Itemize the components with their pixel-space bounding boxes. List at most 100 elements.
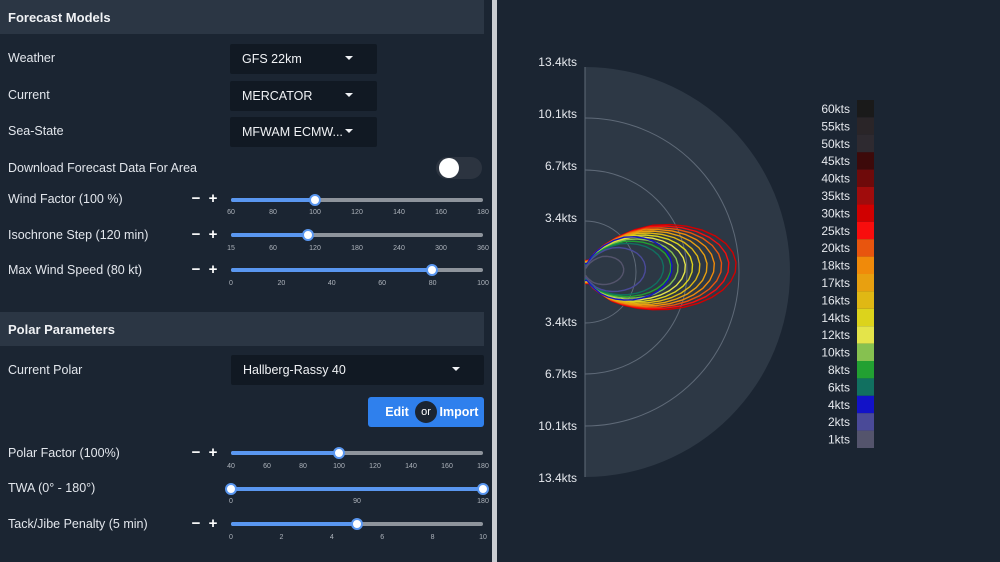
tick-label: 90 <box>353 498 361 505</box>
chevron-down-icon <box>452 367 460 371</box>
tack-penalty-slider[interactable] <box>231 514 483 534</box>
legend-swatch <box>857 117 874 135</box>
seastate-select[interactable]: MFWAM ECMW... <box>230 117 377 147</box>
legend-swatch <box>857 343 874 361</box>
isochrone-step-label: Isochrone Step (120 min) <box>8 228 149 242</box>
legend-swatch <box>857 100 874 118</box>
twa-range-slider[interactable] <box>225 479 489 499</box>
wind-factor-slider[interactable] <box>231 190 483 210</box>
current-label: Current <box>8 88 50 102</box>
wind-factor-minus-button[interactable]: − <box>190 191 202 206</box>
tick-label: 120 <box>369 463 381 470</box>
max-wind-plus-button[interactable]: + <box>207 262 219 277</box>
ring-label: 10.1kts <box>538 419 577 433</box>
legend-swatch <box>857 204 874 222</box>
legend-swatch <box>857 152 874 170</box>
legend-label: 10kts <box>821 346 850 360</box>
chevron-down-icon <box>345 56 353 60</box>
ring-label: 13.4kts <box>538 471 577 485</box>
legend-swatch <box>857 430 874 448</box>
slider-thumb-low[interactable] <box>225 483 237 495</box>
legend-label: 18kts <box>821 259 850 273</box>
polar-parameters-header: Polar Parameters <box>0 312 484 346</box>
tick-label: 60 <box>227 209 235 216</box>
legend-swatch <box>857 395 874 414</box>
tack-penalty-plus-button[interactable]: + <box>207 516 219 531</box>
tick-label: 180 <box>477 209 489 216</box>
seastate-select-value: MFWAM ECMW... <box>242 125 343 139</box>
tack-penalty-minus-button[interactable]: − <box>190 516 202 531</box>
polar-factor-plus-button[interactable]: + <box>207 445 219 460</box>
legend-swatch <box>857 187 874 205</box>
ring-label: 6.7kts <box>545 367 577 381</box>
slider-thumb[interactable] <box>333 447 345 459</box>
tick-label: 100 <box>309 209 321 216</box>
forecast-models-header: Forecast Models <box>0 0 484 34</box>
weather-select[interactable]: GFS 22km <box>230 44 377 74</box>
legend-swatch <box>857 169 874 187</box>
legend-label: 45kts <box>821 154 850 168</box>
tick-label: 120 <box>351 209 363 216</box>
legend-swatch <box>857 134 874 153</box>
polar-factor-slider[interactable] <box>231 443 483 463</box>
slider-fill <box>231 233 308 237</box>
tick-label: 300 <box>435 245 447 252</box>
tick-label: 120 <box>309 245 321 252</box>
current-select[interactable]: MERCATOR <box>230 81 377 111</box>
isochrone-plus-button[interactable]: + <box>207 227 219 242</box>
slider-thumb[interactable] <box>351 518 363 530</box>
legend-label: 16kts <box>821 293 850 307</box>
slider-thumb[interactable] <box>302 229 314 241</box>
legend-swatch <box>857 308 874 327</box>
or-badge: or <box>415 401 437 423</box>
tick-label: 360 <box>477 245 489 252</box>
settings-panel: Forecast Models Weather GFS 22km Current… <box>0 0 492 562</box>
legend-label: 6kts <box>828 380 850 394</box>
tick-label: 15 <box>227 245 235 252</box>
max-wind-ticks: 0 20 40 60 80 100 <box>229 280 489 290</box>
isochrone-minus-button[interactable]: − <box>190 227 202 242</box>
legend-swatch <box>857 256 874 274</box>
legend-label: 30kts <box>821 206 850 220</box>
tick-label: 60 <box>378 280 387 287</box>
legend-label: 17kts <box>821 276 850 290</box>
polar-factor-minus-button[interactable]: − <box>190 445 202 460</box>
tick-label: 140 <box>393 209 405 216</box>
wind-factor-plus-button[interactable]: + <box>207 191 219 206</box>
ring-label: 3.4kts <box>545 211 577 225</box>
legend-label: 2kts <box>828 415 850 429</box>
legend-swatch <box>857 221 874 240</box>
tick-label: 180 <box>477 498 489 505</box>
isochrone-step-slider[interactable] <box>231 225 483 245</box>
polar-factor-ticks: 40 60 80 100 120 140 160 180 <box>227 463 489 473</box>
polar-diagram: 13.4kts 10.1kts 6.7kts 3.4kts 3.4kts 6.7… <box>538 55 874 485</box>
polar-factor-label: Polar Factor (100%) <box>8 446 120 460</box>
legend-label: 35kts <box>821 189 850 203</box>
max-wind-slider[interactable] <box>231 260 483 280</box>
max-wind-label: Max Wind Speed (80 kt) <box>8 263 143 277</box>
slider-fill <box>231 451 339 455</box>
legend-label: 14kts <box>821 311 850 325</box>
slider-thumb-high[interactable] <box>477 483 489 495</box>
weather-select-value: GFS 22km <box>242 52 302 66</box>
seastate-label: Sea-State <box>8 124 64 138</box>
tick-label: 10 <box>479 534 487 541</box>
tick-label: 6 <box>380 534 385 541</box>
tick-label: 180 <box>477 463 489 470</box>
current-polar-select[interactable]: Hallberg-Rassy 40 <box>231 355 484 385</box>
legend-label: 60kts <box>821 102 850 116</box>
edit-import-button-group: Edit Import or <box>368 397 484 427</box>
tick-label: 100 <box>477 280 489 287</box>
slider-thumb[interactable] <box>309 194 321 206</box>
max-wind-minus-button[interactable]: − <box>190 262 202 277</box>
download-forecast-toggle[interactable] <box>436 157 482 179</box>
legend-swatch <box>857 378 874 396</box>
slider-thumb[interactable] <box>426 264 438 276</box>
legend-swatch <box>857 274 874 292</box>
tick-label: 8 <box>430 534 435 541</box>
legend-label: 8kts <box>828 363 850 377</box>
slider-fill <box>231 198 315 202</box>
tick-label: 80 <box>428 280 437 287</box>
legend-swatch <box>857 326 874 344</box>
tick-label: 40 <box>327 280 336 287</box>
